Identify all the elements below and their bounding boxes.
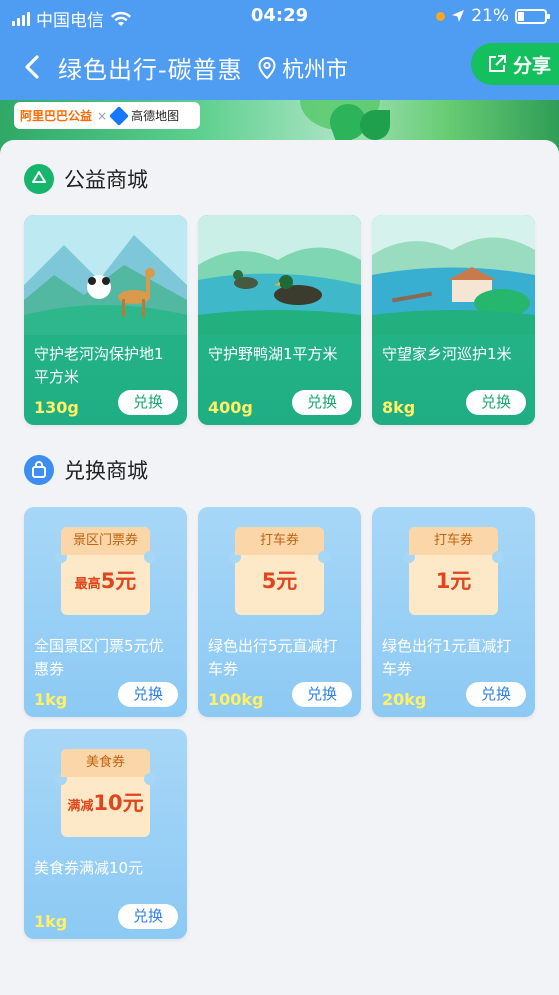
share-button[interactable]: 分享 (471, 43, 559, 85)
amap-icon (109, 105, 129, 126)
river-patrol-illustration (372, 215, 535, 335)
mic-indicator-dot (436, 11, 446, 21)
item-name: 守护老河沟保护地1平方米 (34, 345, 164, 386)
welfare-section-header: 公益商城 (24, 164, 148, 194)
main-panel: 公益商城 守护老河沟保护地1平方米 130g 兑换 守护野鸭湖1平方米 400g… (0, 140, 559, 995)
item-name: 美食券满减10元 (34, 859, 144, 877)
exchange-card[interactable]: 打车券 1元 绿色出行1元直减打车券 20kg 兑换 (372, 507, 535, 717)
item-name: 全国景区门票5元优惠券 (34, 637, 164, 678)
coupon-amount: 10元 (93, 791, 144, 815)
city-label: 杭州市 (282, 58, 349, 83)
item-name: 绿色出行1元直减打车券 (382, 637, 512, 678)
coupon-illustration: 美食券 满减10元 (55, 749, 156, 837)
item-name: 守护野鸭湖1平方米 (208, 345, 338, 363)
coupon-prefix: 满减 (67, 799, 94, 814)
back-arrow-icon[interactable] (18, 52, 48, 82)
nature-reserve-illustration (24, 215, 187, 335)
share-label: 分享 (513, 54, 552, 77)
coupon-amount: 1元 (435, 569, 472, 593)
item-price: 1kg (34, 912, 68, 931)
exchange-button[interactable]: 兑换 (466, 390, 526, 415)
section-title: 公益商城 (64, 168, 148, 192)
item-name: 绿色出行5元直减打车券 (208, 637, 338, 678)
location-arrow-icon (452, 10, 465, 22)
item-price: 400g (208, 398, 253, 417)
battery-percent: 21% (471, 6, 509, 26)
exchange-button[interactable]: 兑换 (118, 904, 178, 929)
exchange-card[interactable]: 打车券 5元 绿色出行5元直减打车券 100kg 兑换 (198, 507, 361, 717)
welfare-card[interactable]: 守护老河沟保护地1平方米 130g 兑换 (24, 215, 187, 425)
coupon-illustration: 打车券 5元 (229, 527, 330, 615)
item-price: 20kg (382, 690, 427, 709)
item-price: 100kg (208, 690, 264, 709)
exchange-section-header: 兑换商城 (24, 455, 148, 485)
coupon-tag: 打车券 (409, 527, 498, 555)
coupon-tag: 打车券 (235, 527, 324, 555)
nav-header: 绿色出行-碳普惠 杭州市 分享 (0, 34, 559, 100)
coupon-amount: 5元 (100, 569, 137, 593)
battery-icon (515, 8, 550, 24)
coupon-illustration: 景区门票券 最高5元 (55, 527, 156, 615)
amap-logo-text: 高德地图 (131, 109, 180, 123)
exchange-button[interactable]: 兑换 (292, 682, 352, 707)
coupon-amount: 5元 (261, 569, 298, 593)
exchange-button[interactable]: 兑换 (292, 390, 352, 415)
location-pin-icon (258, 57, 276, 79)
exchange-card[interactable]: 美食券 满减10元 美食券满减10元 1kg 兑换 (24, 729, 187, 939)
duck-lake-illustration (198, 215, 361, 335)
city-selector[interactable]: 杭州市 (258, 52, 348, 84)
coupon-tag: 美食券 (61, 749, 150, 777)
exchange-button[interactable]: 兑换 (118, 390, 178, 415)
coupon-prefix: 最高 (74, 577, 101, 592)
coupon-illustration: 打车券 1元 (403, 527, 504, 615)
recycle-icon (24, 164, 54, 194)
coupon-tag: 景区门票券 (61, 527, 150, 555)
partner-badge: 阿里巴巴公益 × 高德地图 (14, 102, 200, 129)
status-bar: 中国电信 04:29 21% (0, 0, 559, 34)
item-price: 8kg (382, 398, 416, 417)
exchange-card[interactable]: 景区门票券 最高5元 全国景区门票5元优惠券 1kg 兑换 (24, 507, 187, 717)
exchange-button[interactable]: 兑换 (118, 682, 178, 707)
item-price: 130g (34, 398, 79, 417)
share-icon (489, 55, 506, 72)
exchange-button[interactable]: 兑换 (466, 682, 526, 707)
page-title: 绿色出行-碳普惠 (58, 56, 243, 84)
welfare-card[interactable]: 守护野鸭湖1平方米 400g 兑换 (198, 215, 361, 425)
section-title: 兑换商城 (64, 459, 148, 483)
item-price: 1kg (34, 690, 68, 709)
item-name: 守望家乡河巡护1米 (382, 345, 512, 363)
alibaba-philanthropy-logo: 阿里巴巴公益 (20, 109, 93, 123)
shopping-bag-icon (24, 455, 54, 485)
welfare-card[interactable]: 守望家乡河巡护1米 8kg 兑换 (372, 215, 535, 425)
